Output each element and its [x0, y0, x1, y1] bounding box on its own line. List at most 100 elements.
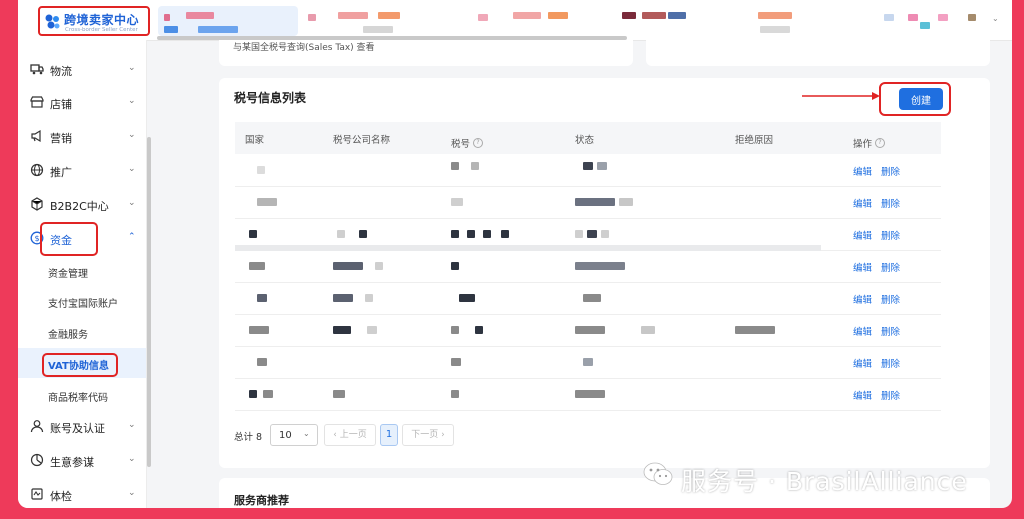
col-actions: 操作	[853, 139, 873, 150]
sidebar-subitem-label: 支付宝国际账户	[48, 299, 118, 310]
col-taxid: 税号	[451, 139, 471, 150]
sidebar-item-label: 推广	[50, 166, 72, 179]
delete-link[interactable]: 删除	[881, 356, 900, 370]
delete-link[interactable]: 删除	[881, 324, 900, 338]
edit-link[interactable]: 编辑	[853, 324, 872, 338]
col-country: 国家	[245, 135, 265, 146]
edit-link[interactable]: 编辑	[853, 260, 872, 274]
chevron-down-icon: ⌄	[303, 429, 310, 438]
header-tab-active[interactable]	[158, 6, 298, 36]
sidebar-subitem-financial-services[interactable]: 金融服务	[18, 317, 146, 347]
sidebar-item-label: 物流	[50, 65, 72, 78]
truck-icon	[30, 62, 44, 76]
table-row: 编辑 删除	[235, 250, 941, 283]
sidebar-item-label: B2B2C中心	[50, 200, 109, 213]
side-card	[646, 40, 990, 66]
col-company: 税号公司名称	[333, 135, 391, 146]
total-count: 总计 8	[234, 432, 263, 443]
delete-link[interactable]: 删除	[881, 292, 900, 306]
chevron-down-icon: ⌄	[128, 454, 136, 464]
edit-link[interactable]: 编辑	[853, 228, 872, 242]
app-subtitle: Cross-border Seller Center	[65, 27, 138, 33]
chevron-down-icon: ⌄	[128, 420, 136, 430]
next-page-button[interactable]: 下一页 ›	[402, 424, 454, 446]
watermark: 服务号 · BrasilAlliance	[643, 457, 1003, 497]
service-provider-title: 服务商推荐	[234, 494, 289, 507]
prev-page-button[interactable]: ‹ 上一页	[324, 424, 376, 446]
edit-link[interactable]: 编辑	[853, 292, 872, 306]
chart-icon	[30, 453, 44, 467]
checkup-icon	[30, 487, 44, 501]
edit-link[interactable]: 编辑	[853, 388, 872, 402]
chevron-down-icon: ⌄	[128, 96, 136, 106]
sidebar-item-label: 生意参谋	[50, 456, 94, 469]
create-button[interactable]: 创建	[899, 88, 943, 110]
app-window: 跨境卖家中心 Cross-border Seller Center ⌄ 物流 ⌄…	[18, 0, 1012, 508]
sidebar-item-b2b2c[interactable]: B2B2C中心 ⌄	[18, 190, 146, 220]
sidebar-subitem-alipay[interactable]: 支付宝国际账户	[18, 286, 146, 316]
table-row: 编辑 删除	[235, 282, 941, 315]
table-row: 编辑 删除	[235, 346, 941, 379]
sidebar-item-promotion[interactable]: 推广 ⌄	[18, 156, 146, 186]
sidebar-subitem-label: 资金管理	[48, 269, 88, 280]
chevron-down-icon: ⌄	[128, 130, 136, 140]
cube-icon	[30, 197, 44, 211]
svg-text:$: $	[34, 234, 39, 243]
edit-link[interactable]: 编辑	[853, 356, 872, 370]
page-number-current[interactable]: 1	[380, 424, 398, 446]
watermark-text: 服务号 · BrasilAlliance	[681, 467, 968, 496]
page-size-value: 10	[279, 430, 292, 441]
chevron-down-icon: ⌄	[128, 164, 136, 174]
question-icon[interactable]: ?	[875, 137, 886, 148]
user-icon	[30, 419, 44, 433]
sidebar-item-label: 体检	[50, 490, 72, 503]
megaphone-icon	[30, 129, 44, 143]
prev-page-label: 上一页	[339, 430, 367, 440]
vat-highlight	[42, 353, 118, 377]
sidebar-item-marketing[interactable]: 营销 ⌄	[18, 122, 146, 152]
question-icon[interactable]: ?	[473, 137, 484, 148]
chevron-down-icon[interactable]: ⌄	[992, 14, 999, 23]
sidebar-item-checkup[interactable]: 体检 ⌄	[18, 480, 146, 508]
sidebar-subitem-label: 商品税率代码	[48, 393, 108, 404]
delete-link[interactable]: 删除	[881, 196, 900, 210]
sidebar-item-account[interactable]: 账号及认证 ⌄	[18, 412, 146, 442]
sidebar-item-label: 店铺	[50, 98, 72, 111]
top-header: 跨境卖家中心 Cross-border Seller Center ⌄	[18, 0, 1012, 41]
arrow-annotation	[802, 92, 880, 100]
store-icon	[30, 95, 44, 109]
logo-highlight[interactable]: 跨境卖家中心 Cross-border Seller Center	[38, 6, 150, 36]
sidebar-subitem-fund-management[interactable]: 资金管理	[18, 256, 146, 286]
sidebar-item-store[interactable]: 店铺 ⌄	[18, 88, 146, 118]
table-row: 编辑 删除	[235, 154, 941, 187]
next-page-label: 下一页	[411, 430, 439, 440]
chevron-down-icon: ⌄	[128, 63, 136, 73]
sidebar-subitem-tax-code[interactable]: 商品税率代码	[18, 380, 146, 410]
delete-link[interactable]: 删除	[881, 228, 900, 242]
sidebar-item-analytics[interactable]: 生意参谋 ⌄	[18, 446, 146, 476]
table-row: 编辑 删除	[235, 378, 941, 411]
chevron-right-icon: ›	[438, 430, 445, 440]
sidebar-item-logistics[interactable]: 物流 ⌄	[18, 55, 146, 85]
delete-link[interactable]: 删除	[881, 164, 900, 178]
sidebar-scrollbar[interactable]	[147, 137, 151, 467]
edit-link[interactable]: 编辑	[853, 164, 872, 178]
delete-link[interactable]: 删除	[881, 388, 900, 402]
sidebar-item-label: 账号及认证	[50, 422, 105, 435]
sidebar: 物流 ⌄ 店铺 ⌄ 营销 ⌄ 推广 ⌄ B2B2C中心 ⌄ $ 资金 ⌃ 资金管…	[18, 40, 147, 508]
wechat-icon	[643, 462, 673, 485]
sales-tax-tip[interactable]: 与某国全税号查询(Sales Tax) 查看	[233, 40, 375, 53]
edit-link[interactable]: 编辑	[853, 196, 872, 210]
sales-tax-card: 与某国全税号查询(Sales Tax) 查看	[219, 40, 633, 66]
col-taxid-wrap: 税号?	[451, 132, 484, 151]
delete-link[interactable]: 删除	[881, 260, 900, 274]
col-actions-wrap: 操作?	[853, 132, 886, 151]
tax-list-title: 税号信息列表	[234, 91, 307, 105]
finance-highlight	[40, 222, 98, 256]
sidebar-item-label: 营销	[50, 132, 72, 145]
sidebar-subitem-label: 金融服务	[48, 330, 88, 341]
app-title: 跨境卖家中心	[64, 13, 140, 27]
chevron-down-icon: ⌄	[128, 198, 136, 208]
chevron-down-icon: ⌄	[128, 488, 136, 498]
page-size-select[interactable]: 10 ⌄	[270, 424, 318, 446]
